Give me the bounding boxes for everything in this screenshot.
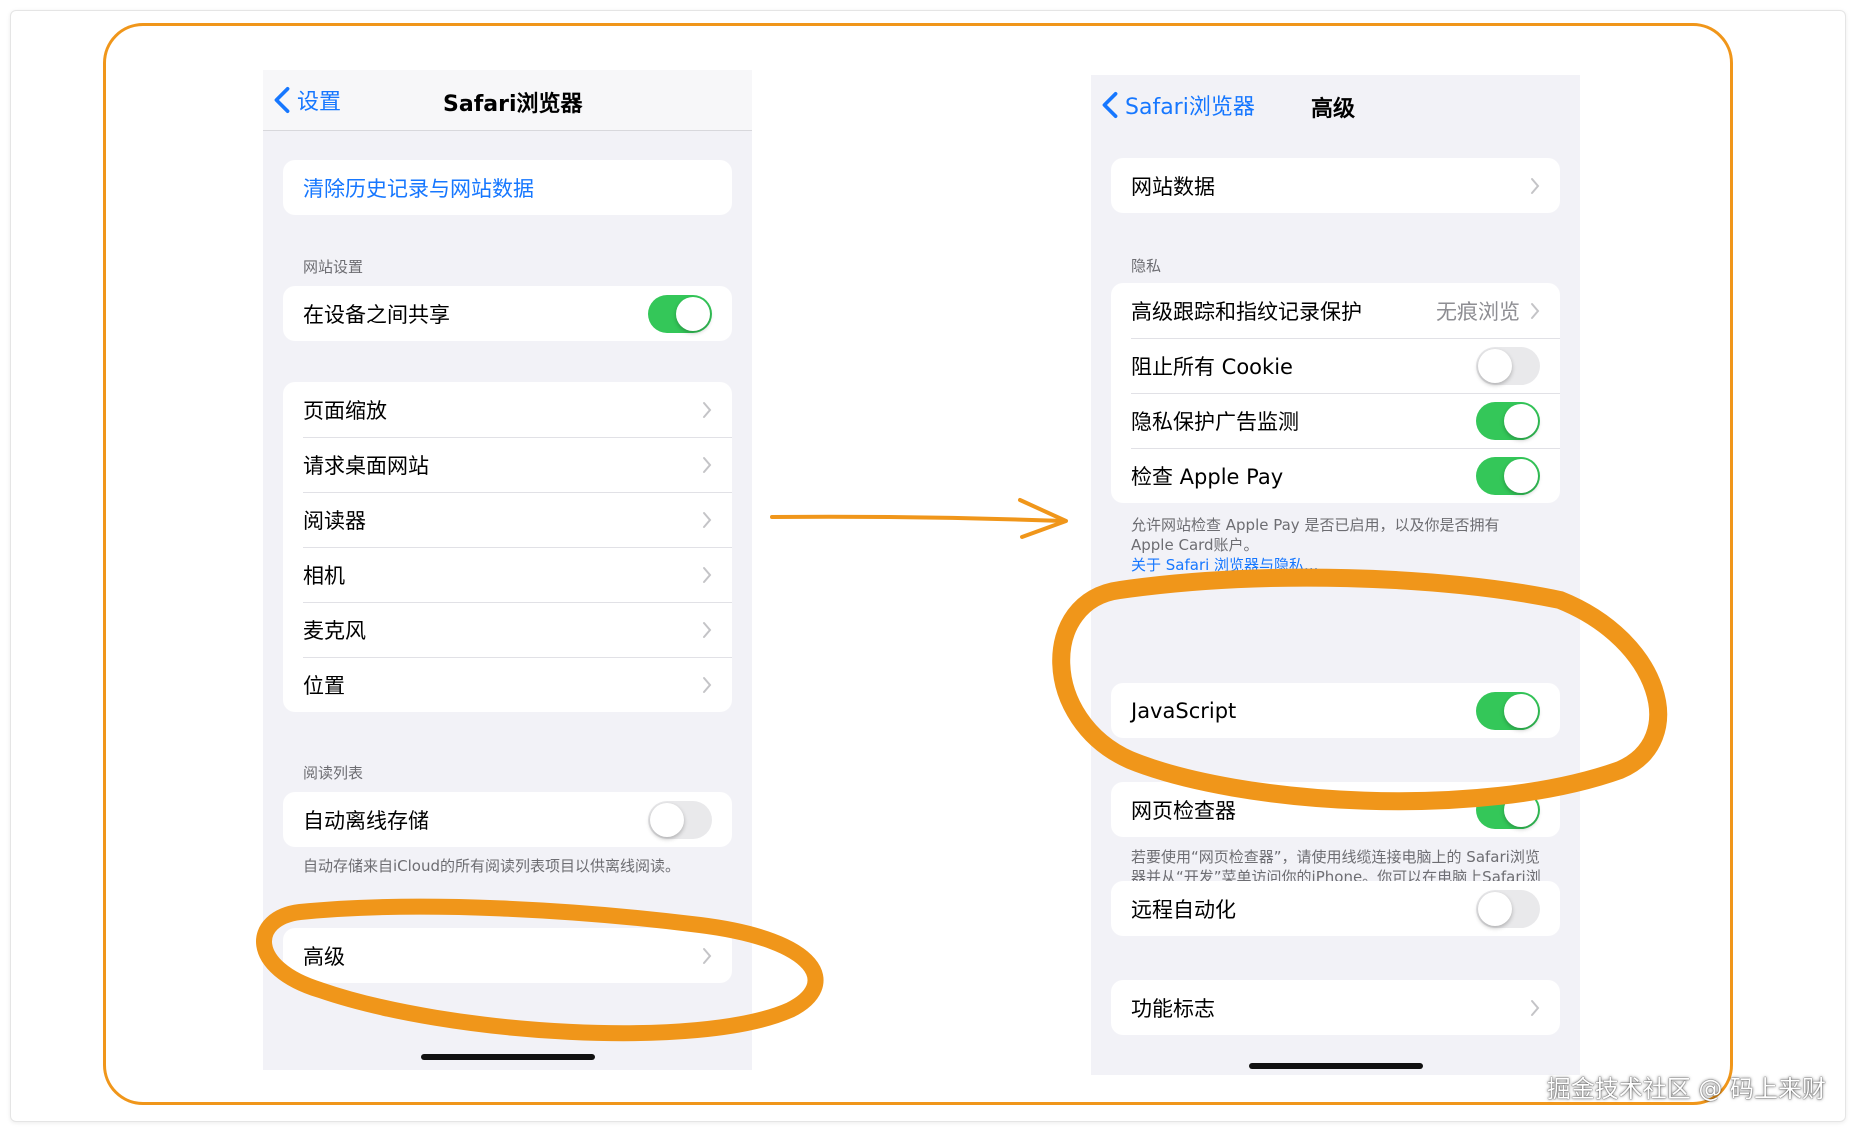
chevron-right-icon <box>1531 177 1540 194</box>
website-data-row[interactable]: 网站数据 <box>1111 158 1560 213</box>
tracking-protection-label: 高级跟踪和指纹记录保护 <box>1131 299 1362 324</box>
privacy-ad-measurement-toggle[interactable] <box>1476 401 1540 440</box>
share-group: 在设备之间共享 <box>283 286 732 341</box>
privacy-ad-measurement-row: 隐私保护广告监测 <box>1111 393 1560 448</box>
clear-history-button[interactable]: 清除历史记录与网站数据 <box>283 160 732 215</box>
share-across-devices-label: 在设备之间共享 <box>303 302 450 327</box>
toggle-knob <box>1504 693 1538 728</box>
toggle-knob <box>1504 792 1538 827</box>
remote-automation-toggle[interactable] <box>1476 889 1540 928</box>
privacy-link[interactable]: 关于 Safari 浏览器与隐私... <box>1131 555 1541 575</box>
tracking-protection-value: 无痕浏览 <box>1436 299 1520 324</box>
watermark: 掘金技术社区 @ 码上来财 <box>1546 1075 1826 1103</box>
apple-pay-footer: 允许网站检查 Apple Pay 是否已启用，以及你是否拥有 Apple Car… <box>1131 515 1541 575</box>
check-apple-pay-row: 检查 Apple Pay <box>1111 448 1560 503</box>
home-indicator <box>421 1054 595 1060</box>
left-navbar: 设置 Safari浏览器 <box>263 70 752 131</box>
block-cookies-row: 阻止所有 Cookie <box>1111 338 1560 393</box>
right-phone-screen: Safari浏览器 高级 网站数据 隐私 高级跟踪和指纹记录保护 无痕浏览 阻止… <box>1091 75 1580 1075</box>
page-title: 高级 <box>1311 97 1356 122</box>
menu-item-microphone[interactable]: 麦克风 <box>283 602 732 657</box>
toggle-knob <box>1504 403 1538 438</box>
back-label: 设置 <box>297 90 342 115</box>
section-header-website-settings: 网站设置 <box>303 258 364 276</box>
section-header-reading-list: 阅读列表 <box>303 764 364 782</box>
menu-item-page-zoom[interactable]: 页面缩放 <box>283 382 732 437</box>
website-data-group: 网站数据 <box>1111 158 1560 213</box>
chevron-right-icon <box>703 401 712 418</box>
site-settings-group: 页面缩放 请求桌面网站 阅读器 相机 麦克风 位置 <box>283 382 732 712</box>
chevron-right-icon <box>703 511 712 528</box>
web-inspector-toggle[interactable] <box>1476 790 1540 829</box>
back-button-safari[interactable]: Safari浏览器 <box>1101 89 1255 121</box>
chevron-right-icon <box>1531 999 1540 1016</box>
chevron-right-icon <box>703 947 712 964</box>
auto-offline-toggle[interactable] <box>648 800 712 839</box>
auto-offline-row: 自动离线存储 <box>283 792 732 847</box>
menu-item-label: 请求桌面网站 <box>303 453 429 478</box>
feature-flags-group: 功能标志 <box>1111 980 1560 1035</box>
clear-history-group: 清除历史记录与网站数据 <box>283 160 732 215</box>
chevron-left-icon <box>274 86 290 114</box>
clear-history-label: 清除历史记录与网站数据 <box>303 176 534 201</box>
menu-item-label: 位置 <box>303 673 345 698</box>
privacy-group: 高级跟踪和指纹记录保护 无痕浏览 阻止所有 Cookie 隐私保护广告监测 检查… <box>1111 283 1560 503</box>
back-button-settings[interactable]: 设置 <box>273 84 341 116</box>
toggle-knob <box>676 296 710 331</box>
feature-flags-label: 功能标志 <box>1131 996 1215 1021</box>
web-inspector-row: 网页检查器 <box>1111 782 1560 837</box>
menu-item-request-desktop[interactable]: 请求桌面网站 <box>283 437 732 492</box>
page-title: Safari浏览器 <box>443 92 583 117</box>
share-across-devices-toggle[interactable] <box>648 294 712 333</box>
block-cookies-label: 阻止所有 Cookie <box>1131 354 1293 379</box>
section-header-privacy: 隐私 <box>1131 257 1162 275</box>
check-apple-pay-label: 检查 Apple Pay <box>1131 464 1284 489</box>
right-navbar: Safari浏览器 高级 <box>1091 75 1580 135</box>
home-indicator <box>1249 1063 1423 1069</box>
chevron-left-icon <box>1102 91 1118 119</box>
remote-automation-group: 远程自动化 <box>1111 881 1560 936</box>
menu-item-label: 页面缩放 <box>303 398 387 423</box>
advanced-label: 高级 <box>303 944 345 969</box>
chevron-right-icon <box>1531 302 1540 319</box>
menu-item-label: 麦克风 <box>303 618 366 643</box>
chevron-right-icon <box>703 566 712 583</box>
auto-offline-label: 自动离线存储 <box>303 808 429 833</box>
remote-automation-row: 远程自动化 <box>1111 881 1560 936</box>
left-phone-screen: 设置 Safari浏览器 清除历史记录与网站数据 网站设置 在设备之间共享 页面… <box>263 70 752 1070</box>
javascript-row: JavaScript <box>1111 683 1560 738</box>
menu-item-camera[interactable]: 相机 <box>283 547 732 602</box>
web-inspector-group: 网页检查器 <box>1111 782 1560 837</box>
share-across-devices-row: 在设备之间共享 <box>283 286 732 341</box>
chevron-right-icon <box>703 676 712 693</box>
back-label: Safari浏览器 <box>1125 95 1255 120</box>
menu-item-label: 相机 <box>303 563 345 588</box>
chevron-right-icon <box>703 621 712 638</box>
menu-item-reader[interactable]: 阅读器 <box>283 492 732 547</box>
advanced-group: 高级 <box>283 928 732 983</box>
remote-automation-label: 远程自动化 <box>1131 897 1236 922</box>
menu-item-location[interactable]: 位置 <box>283 657 732 712</box>
javascript-label: JavaScript <box>1131 698 1237 723</box>
toggle-knob <box>650 802 684 837</box>
block-cookies-toggle[interactable] <box>1476 346 1540 385</box>
reading-list-footer: 自动存储来自iCloud的所有阅读列表项目以供离线阅读。 <box>303 857 681 875</box>
chevron-right-icon <box>703 456 712 473</box>
toggle-knob <box>1504 458 1538 493</box>
toggle-knob <box>1478 891 1512 926</box>
apple-pay-footer-text: 允许网站检查 Apple Pay 是否已启用，以及你是否拥有 Apple Car… <box>1131 516 1500 554</box>
tracking-protection-row[interactable]: 高级跟踪和指纹记录保护 无痕浏览 <box>1111 283 1560 338</box>
web-inspector-label: 网页检查器 <box>1131 798 1236 823</box>
advanced-row[interactable]: 高级 <box>283 928 732 983</box>
javascript-group: JavaScript <box>1111 683 1560 738</box>
menu-item-label: 阅读器 <box>303 508 366 533</box>
toggle-knob <box>1478 348 1512 383</box>
reading-list-group: 自动离线存储 <box>283 792 732 847</box>
privacy-ad-measurement-label: 隐私保护广告监测 <box>1131 409 1299 434</box>
website-data-label: 网站数据 <box>1131 174 1215 199</box>
feature-flags-row[interactable]: 功能标志 <box>1111 980 1560 1035</box>
check-apple-pay-toggle[interactable] <box>1476 456 1540 495</box>
javascript-toggle[interactable] <box>1476 691 1540 730</box>
